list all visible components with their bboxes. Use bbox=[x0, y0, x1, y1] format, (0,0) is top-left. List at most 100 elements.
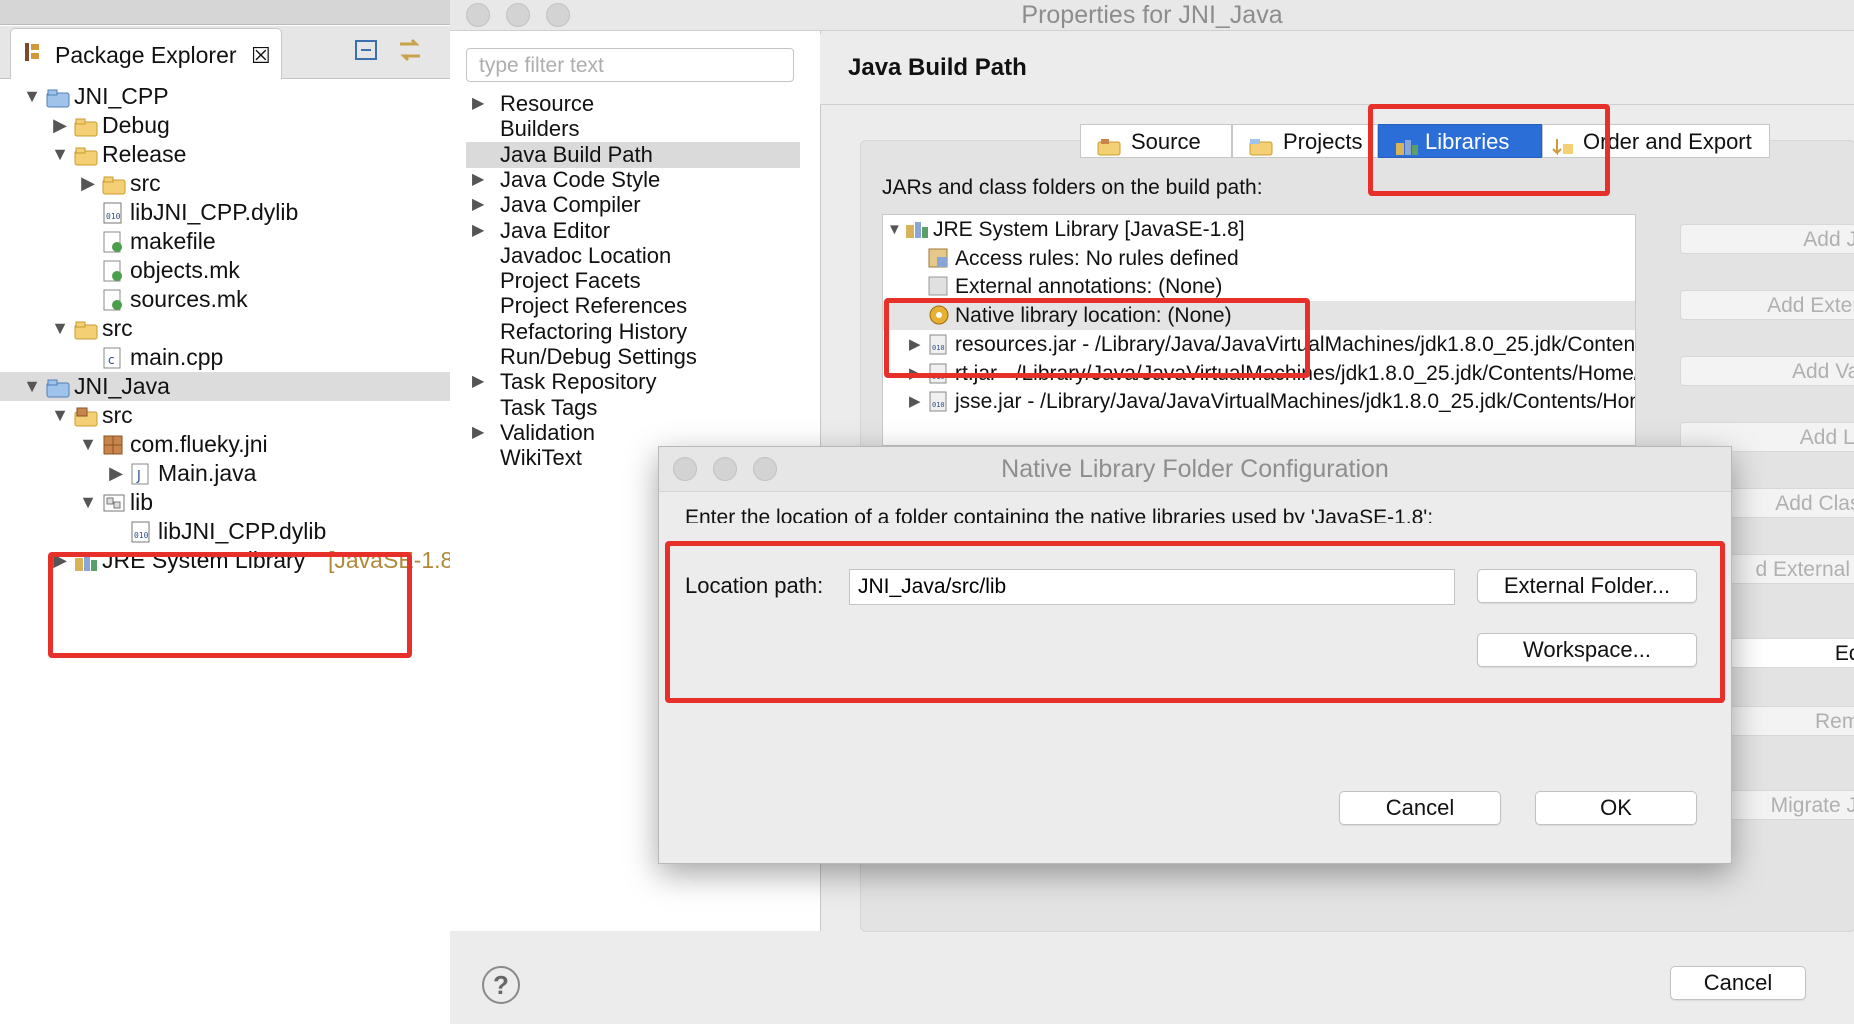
category-label: Project Facets bbox=[500, 268, 641, 294]
package-icon bbox=[102, 434, 124, 455]
side-button[interactable]: Add Extern bbox=[1680, 290, 1854, 320]
tree-item[interactable]: 010 libJNI_CPP.dylib bbox=[0, 198, 450, 227]
tree-item-label: libJNI_CPP.dylib bbox=[158, 518, 327, 544]
tree-toggle-icon[interactable]: ▼ bbox=[22, 82, 42, 111]
tree-item[interactable]: ▼ lib bbox=[0, 488, 450, 517]
folder-icon bbox=[74, 144, 98, 166]
tree-item[interactable]: ▼ JNI_Java bbox=[0, 372, 450, 401]
build-path-entry[interactable]: ▼ JRE System Library [JavaSE-1.8] bbox=[883, 215, 1635, 244]
tree-toggle-icon[interactable]: ▼ bbox=[78, 430, 98, 459]
category-item[interactable]: Javadoc Location bbox=[466, 243, 800, 269]
svg-text:010: 010 bbox=[106, 212, 121, 221]
category-item[interactable]: Project Facets bbox=[466, 268, 800, 294]
tree-item-label: main.cpp bbox=[130, 344, 224, 370]
libraries-tab-highlight-box bbox=[1368, 104, 1610, 196]
filter-field[interactable] bbox=[466, 48, 794, 82]
tab-projects[interactable]: Projects bbox=[1232, 124, 1378, 158]
tree-item[interactable]: c main.cpp bbox=[0, 343, 450, 372]
category-item[interactable]: ▶ Java Code Style bbox=[466, 167, 800, 193]
tree-toggle-icon[interactable]: ▼ bbox=[50, 314, 70, 343]
java-file-icon: J bbox=[130, 463, 152, 485]
category-label: WikiText bbox=[500, 445, 582, 471]
category-label: Run/Debug Settings bbox=[500, 344, 697, 369]
tree-item[interactable]: ▶ src bbox=[0, 169, 450, 198]
tree-item[interactable]: ▶ Debug bbox=[0, 111, 450, 140]
category-item[interactable]: ▶ Resource bbox=[466, 91, 800, 117]
category-label: Builders bbox=[500, 116, 580, 142]
build-path-entry[interactable]: Access rules: No rules defined bbox=[883, 244, 1635, 273]
category-item[interactable]: Builders bbox=[466, 116, 800, 142]
folder-icon bbox=[102, 173, 126, 195]
page-title: Java Build Path bbox=[848, 54, 1027, 81]
category-label: Java Compiler bbox=[500, 192, 641, 218]
binary-file-icon: 010 bbox=[102, 202, 124, 224]
svg-text:010: 010 bbox=[932, 401, 945, 409]
collapse-all-icon[interactable] bbox=[354, 38, 380, 62]
package-explorer-tab[interactable]: Package Explorer ☒ bbox=[10, 28, 282, 79]
tree-item[interactable]: sources.mk bbox=[0, 285, 450, 314]
expand-icon[interactable]: ▶ bbox=[472, 192, 484, 218]
category-item[interactable]: Project References bbox=[466, 293, 800, 319]
native-library-dialog: Native Library Folder Configuration Ente… bbox=[658, 446, 1732, 864]
tree-item[interactable]: ▼ com.flueky.jni bbox=[0, 430, 450, 459]
location-highlight-box bbox=[665, 541, 1725, 703]
side-button[interactable]: Add Vari bbox=[1680, 356, 1854, 386]
filter-input[interactable] bbox=[477, 53, 781, 79]
category-label: Project References bbox=[500, 293, 688, 319]
category-label: Validation bbox=[500, 419, 595, 445]
category-item[interactable]: Task Tags bbox=[466, 395, 800, 421]
tree-item[interactable]: makefile bbox=[0, 227, 450, 256]
category-item[interactable]: Refactoring History bbox=[466, 319, 800, 345]
category-item[interactable]: Java Build Path bbox=[466, 141, 800, 168]
expand-icon[interactable]: ▶ bbox=[472, 369, 484, 395]
category-item[interactable]: ▶ Task Repository bbox=[466, 369, 800, 395]
expand-icon[interactable]: ▶ bbox=[472, 420, 484, 446]
link-with-editor-icon[interactable] bbox=[396, 36, 426, 64]
make-file-icon bbox=[102, 231, 124, 253]
category-item[interactable]: ▶ Java Editor bbox=[466, 218, 800, 244]
tree-item-label: libJNI_CPP.dylib bbox=[130, 199, 299, 225]
tree-toggle-icon[interactable]: ▶ bbox=[78, 169, 98, 198]
category-item[interactable]: ▶ Validation bbox=[466, 420, 800, 446]
svg-text:010: 010 bbox=[134, 531, 149, 540]
tree-toggle-icon[interactable]: ▼ bbox=[78, 488, 98, 517]
tree-toggle-icon[interactable]: ▼ bbox=[50, 401, 70, 430]
ok-button[interactable]: OK bbox=[1535, 791, 1697, 825]
side-button[interactable]: Add JA bbox=[1680, 224, 1854, 254]
main-toolbar bbox=[0, 0, 450, 25]
tree-item[interactable]: ▶ J Main.java bbox=[0, 459, 450, 488]
library-icon bbox=[905, 218, 928, 238]
build-path-entry[interactable]: ▶ 010 jsse.jar - /Library/Java/JavaVirtual… bbox=[883, 387, 1635, 416]
tree-item-label: lib bbox=[130, 489, 154, 515]
tree-toggle-icon[interactable]: ▶ bbox=[106, 459, 126, 488]
tree-item[interactable]: ▼ Release bbox=[0, 140, 450, 169]
tree-toggle-icon[interactable]: ▼ bbox=[22, 372, 42, 401]
tree-item-label: src bbox=[130, 170, 161, 196]
project-icon bbox=[46, 376, 70, 398]
expand-icon[interactable]: ▶ bbox=[472, 167, 484, 193]
tree-item[interactable]: 010 libJNI_CPP.dylib bbox=[0, 517, 450, 546]
tree-toggle-icon[interactable]: ▶ bbox=[50, 111, 70, 140]
cpp-file-icon: c bbox=[102, 347, 124, 369]
tree-item[interactable]: ▼ JNI_CPP bbox=[0, 82, 450, 111]
tree-toggle-icon[interactable]: ▼ bbox=[50, 140, 70, 169]
category-item[interactable]: ▶ Java Compiler bbox=[466, 192, 800, 218]
properties-cancel-button[interactable]: Cancel bbox=[1670, 966, 1806, 1000]
expand-icon[interactable]: ▶ bbox=[472, 91, 484, 117]
native-dialog-titlebar: Native Library Folder Configuration bbox=[659, 447, 1731, 492]
native-cancel-button[interactable]: Cancel bbox=[1339, 791, 1501, 825]
binary-file-icon: 010 bbox=[130, 521, 152, 543]
annotations-icon bbox=[927, 275, 949, 296]
tree-item[interactable]: objects.mk bbox=[0, 256, 450, 285]
tab-source[interactable]: Source bbox=[1080, 124, 1232, 158]
expand-icon[interactable]: ▶ bbox=[472, 218, 484, 244]
source-folder-icon bbox=[1097, 132, 1121, 156]
tree-item[interactable]: ▼ src bbox=[0, 314, 450, 343]
close-icon[interactable]: ☒ bbox=[251, 43, 271, 69]
tree-item[interactable]: ▼ src bbox=[0, 401, 450, 430]
help-icon[interactable]: ? bbox=[482, 966, 520, 1004]
tree-toggle-icon[interactable]: ▼ bbox=[887, 215, 902, 244]
jar-icon: 010 bbox=[927, 390, 949, 412]
tree-toggle-icon[interactable]: ▶ bbox=[909, 387, 921, 416]
category-item[interactable]: Run/Debug Settings bbox=[466, 344, 800, 370]
